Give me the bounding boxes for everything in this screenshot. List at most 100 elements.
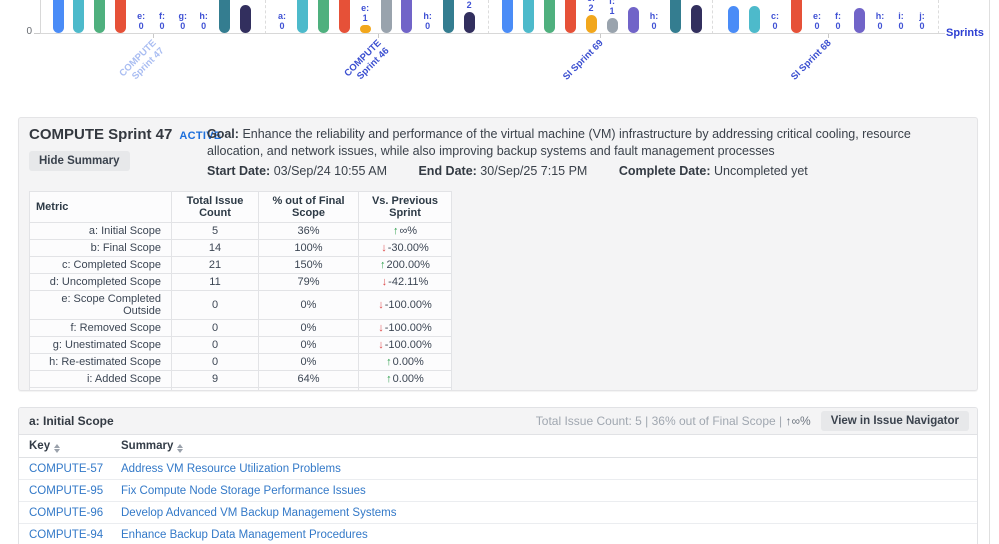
bar-a[interactable] [52, 0, 64, 33]
metrics-body: a: Initial Scope 5 36% ↑∞% b: Final Scope 14 1… [29, 222, 452, 390]
group-separator [488, 0, 489, 34]
issue-summary-link[interactable]: Enhance Backup Data Management Procedure… [121, 529, 368, 541]
issue-key-link[interactable]: COMPUTE-95 [29, 485, 103, 497]
end-date-label: End Date: [418, 164, 477, 178]
issues-stats-trend: ↑∞% [785, 414, 811, 428]
bar-d[interactable] [338, 0, 350, 33]
metric-count: 0 [171, 290, 259, 320]
chart-plot-area: e:0 f:0 g:0 h:0 a:0 e:1 h:0 j:2 e:2 f:1 h:0 c:0 e:0 f… [0, 0, 999, 34]
bar-g[interactable] [853, 8, 865, 33]
hide-summary-button[interactable]: Hide Summary [29, 151, 130, 171]
sprint-title: COMPUTE Sprint 47 [29, 126, 173, 143]
bar-g[interactable] [627, 7, 639, 33]
bar-b[interactable] [73, 0, 85, 33]
metric-name: b: Final Scope [29, 239, 172, 257]
bar-value-label-e: e: 0 [137, 11, 146, 31]
issues-section-stats: Total Issue Count: 5 | 36% out of Final … [536, 414, 811, 428]
bar-a[interactable] [727, 6, 739, 33]
metric-percent: 21% [258, 387, 359, 390]
complete-date-value: Uncompleted yet [713, 164, 808, 178]
bar-d[interactable] [564, 0, 576, 33]
issue-key-link[interactable]: COMPUTE-96 [29, 507, 103, 519]
metric-percent: 0% [258, 336, 359, 354]
metric-row: i: Added Scope 9 64% ↑0.00% [29, 370, 452, 388]
sprint-dates: Start Date: 03/Sep/24 10:55 AM End Date:… [207, 163, 954, 180]
metric-trend: ↑0.00% [358, 370, 452, 388]
issues-column-header-summary[interactable]: Summary [111, 435, 977, 458]
bar-value-label-h: h: 0 [199, 11, 208, 31]
x-axis-line [40, 33, 945, 34]
sprint-goal: Goal: Enhance the reliability and perfor… [207, 126, 954, 160]
bar-j[interactable] [239, 5, 251, 33]
group-separator [938, 0, 939, 34]
bar-i[interactable] [669, 0, 681, 33]
metrics-column-header: Vs. Previous Sprint [358, 191, 452, 223]
issue-row: COMPUTE-95 Fix Compute Node Storage Perfo… [19, 479, 977, 502]
metric-trend: ↓-100.00% [358, 336, 452, 354]
view-in-issue-navigator-button[interactable]: View in Issue Navigator [820, 411, 969, 431]
bar-b[interactable] [522, 0, 534, 33]
bar-value-label-i: i: 0 [898, 11, 904, 31]
bar-g[interactable] [401, 0, 413, 33]
metric-percent: 79% [258, 273, 359, 291]
metric-trend: ↑50.00% [358, 387, 452, 390]
metric-name: e: Scope Completed Outside [29, 290, 172, 320]
sort-icon[interactable] [54, 444, 61, 453]
trend-up-arrow-icon: ↑ [392, 225, 399, 237]
trend-up-arrow-icon: ↑ [386, 373, 392, 385]
bar-c[interactable] [94, 0, 106, 33]
bar-d[interactable] [114, 0, 126, 33]
metric-row: b: Final Scope 14 100% ↓-30.00% [29, 239, 452, 257]
issue-summary-link[interactable]: Address VM Resource Utilization Problems [121, 463, 341, 475]
trend-down-arrow-icon: ↓ [378, 322, 384, 334]
metric-row: e: Scope Completed Outside 0 0% ↓-100.00% [29, 290, 452, 320]
bar-b[interactable] [748, 6, 760, 33]
bar-j[interactable] [690, 5, 702, 33]
issues-column-header-key[interactable]: Key [19, 435, 111, 458]
metric-row: f: Removed Scope 0 0% ↓-100.00% [29, 319, 452, 337]
bar-c[interactable] [318, 0, 330, 33]
metric-issues-section: a: Initial Scope Total Issue Count: 5 | … [18, 407, 978, 544]
group-separator [712, 0, 713, 34]
bar-f[interactable] [606, 18, 618, 33]
metric-trend: ↓-100.00% [358, 319, 452, 337]
issue-summary-link[interactable]: Fix Compute Node Storage Performance Iss… [121, 485, 366, 497]
bar-e[interactable] [585, 15, 597, 33]
bar-value-label-h: h: 0 [875, 11, 885, 31]
issues-stats-text: Total Issue Count: 5 | 36% out of Final … [535, 414, 786, 428]
sprint-metrics-chart: e:0 f:0 g:0 h:0 a:0 e:1 h:0 j:2 e:2 f:1 h:0 c:0 e:0 f… [0, 0, 999, 112]
metric-count: 0 [171, 353, 259, 371]
bar-e[interactable] [359, 25, 371, 33]
issue-summary-link[interactable]: Develop Advanced VM Backup Management Sy… [121, 507, 397, 519]
metric-count: 14 [171, 239, 259, 257]
goal-text: Enhance the reliability and performance … [207, 127, 911, 158]
page-scrollbar-track[interactable] [989, 0, 990, 544]
metric-count: 21 [171, 256, 259, 274]
bar-j[interactable] [463, 12, 475, 33]
metric-row: a: Initial Scope 5 36% ↑∞% [29, 222, 452, 240]
trend-up-arrow-icon: ↑ [386, 356, 392, 368]
bar-f[interactable] [380, 0, 392, 33]
metrics-header-row: Metric Total Issue Count% out of Final Sc… [29, 191, 452, 223]
bar-a[interactable] [501, 0, 513, 33]
metric-trend: ↓-30.00% [358, 239, 452, 257]
bar-value-label-f: f: 0 [159, 11, 165, 31]
bar-i[interactable] [218, 0, 230, 33]
bar-d[interactable] [790, 0, 802, 33]
bar-i[interactable] [442, 0, 454, 33]
bar-value-label-c: c: 0 [770, 11, 779, 31]
issue-key-link[interactable]: COMPUTE-94 [29, 529, 103, 541]
sprint-axis-label-1: COMPUTE Sprint 47 [117, 37, 167, 82]
metric-percent: 100% [258, 239, 359, 257]
bar-b[interactable] [297, 0, 309, 33]
metric-trend: ↑200.00% [358, 256, 452, 274]
sort-icon[interactable] [177, 444, 184, 453]
metric-name: c: Completed Scope [29, 256, 172, 274]
bar-value-label-g: g: 0 [178, 11, 188, 31]
issue-key-link[interactable]: COMPUTE-57 [29, 463, 103, 475]
sprint-report-page: e:0 f:0 g:0 h:0 a:0 e:1 h:0 j:2 e:2 f:1 h:0 c:0 e:0 f… [0, 0, 999, 544]
metric-percent: 36% [258, 222, 359, 240]
metric-trend: ↑∞% [358, 222, 452, 240]
bar-c[interactable] [543, 0, 555, 33]
issues-section-title: a: Initial Scope [29, 414, 114, 428]
